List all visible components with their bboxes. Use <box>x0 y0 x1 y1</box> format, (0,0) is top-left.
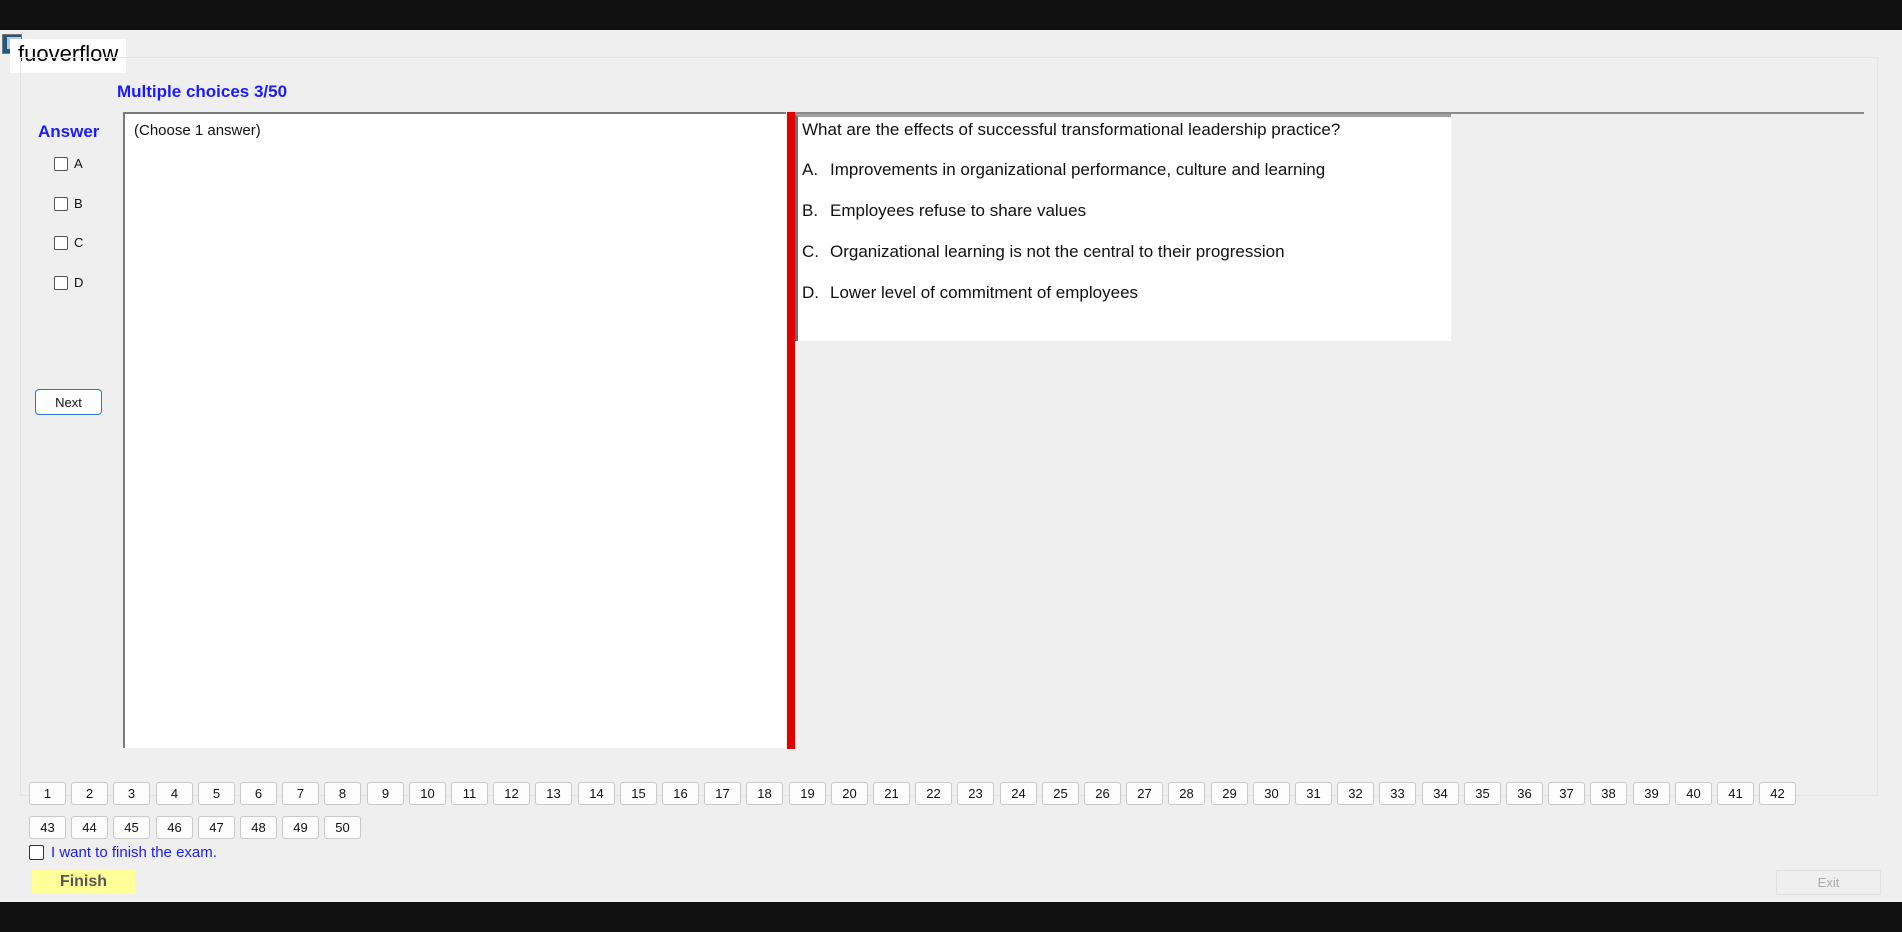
question-nav-button[interactable]: 13 <box>535 782 572 805</box>
question-box: What are the effects of successful trans… <box>795 114 1451 341</box>
exam-progress-heading: Multiple choices 3/50 <box>117 82 288 101</box>
question-nav-button[interactable]: 1 <box>29 782 66 805</box>
question-option-c: C. Organizational learning is not the cen… <box>802 242 1285 262</box>
answer-option-label: D <box>74 275 84 290</box>
question-nav-button[interactable]: 11 <box>451 782 488 805</box>
question-option-a: A. Improvements in organizational perform… <box>802 160 1325 180</box>
question-option-text: Organizational learning is not the centr… <box>830 242 1285 261</box>
question-nav-button[interactable]: 18 <box>746 782 783 805</box>
question-nav-button[interactable]: 15 <box>620 782 657 805</box>
question-nav-button[interactable]: 29 <box>1211 782 1248 805</box>
exit-button: Exit <box>1776 870 1881 895</box>
question-nav-button[interactable]: 41 <box>1717 782 1754 805</box>
answer-option-label: A <box>74 156 83 171</box>
question-option-letter: B. <box>802 201 819 220</box>
finish-exam-checkbox[interactable]: I want to finish the exam. <box>29 844 217 861</box>
question-nav-button[interactable]: 5 <box>198 782 235 805</box>
question-nav-button[interactable]: 6 <box>240 782 277 805</box>
question-option-text: Lower level of commitment of employees <box>830 283 1139 302</box>
checkbox-icon[interactable] <box>54 196 68 211</box>
checkbox-icon[interactable] <box>29 845 44 860</box>
question-option-b: B. Employees refuse to share values <box>802 201 1086 221</box>
answer-label: Answer <box>38 122 100 141</box>
question-nav-button[interactable]: 31 <box>1295 782 1332 805</box>
question-nav-button[interactable]: 43 <box>29 816 66 839</box>
question-nav-button[interactable]: 25 <box>1042 782 1079 805</box>
question-nav-button[interactable]: 14 <box>578 782 615 805</box>
question-nav-button[interactable]: 42 <box>1759 782 1796 805</box>
question-nav-button[interactable]: 33 <box>1379 782 1416 805</box>
question-nav-button[interactable]: 10 <box>409 782 446 805</box>
question-nav-button[interactable]: 22 <box>915 782 952 805</box>
checkbox-icon[interactable] <box>54 156 68 171</box>
question-nav-button[interactable]: 32 <box>1337 782 1374 805</box>
question-option-text: Employees refuse to share values <box>830 201 1087 220</box>
question-nav-button[interactable]: 45 <box>113 816 150 839</box>
question-nav-button[interactable]: 27 <box>1126 782 1163 805</box>
question-nav-button[interactable]: 9 <box>367 782 404 805</box>
question-nav-button[interactable]: 44 <box>71 816 108 839</box>
answer-option-c[interactable]: C <box>54 235 83 250</box>
question-option-text: Improvements in organizational performan… <box>830 160 1326 179</box>
answer-option-b[interactable]: B <box>54 196 83 211</box>
question-nav-button[interactable]: 17 <box>704 782 741 805</box>
question-nav-button[interactable]: 47 <box>198 816 235 839</box>
checkbox-icon[interactable] <box>54 235 68 250</box>
question-nav-button[interactable]: 46 <box>156 816 193 839</box>
question-nav-button[interactable]: 3 <box>113 782 150 805</box>
question-text: What are the effects of successful trans… <box>802 120 1341 139</box>
question-nav-button[interactable]: 50 <box>324 816 361 839</box>
question-pane: What are the effects of successful trans… <box>795 112 1864 747</box>
question-nav-button[interactable]: 12 <box>493 782 530 805</box>
finish-exam-label: I want to finish the exam. <box>51 844 217 861</box>
question-nav-button[interactable]: 48 <box>240 816 277 839</box>
question-nav-button[interactable]: 24 <box>1000 782 1037 805</box>
question-nav-button[interactable]: 4 <box>156 782 193 805</box>
answer-option-a[interactable]: A <box>54 156 83 171</box>
answer-pane: (Choose 1 answer) <box>123 112 786 748</box>
exam-window: fuoverflow Multiple choices 3/50 Answer … <box>0 30 1902 902</box>
question-nav-button[interactable]: 26 <box>1084 782 1121 805</box>
question-nav-button[interactable]: 37 <box>1548 782 1585 805</box>
question-nav-button[interactable]: 30 <box>1253 782 1290 805</box>
choose-hint: (Choose 1 answer) <box>134 122 261 139</box>
question-option-letter: A. <box>802 160 819 179</box>
answer-option-label: C <box>74 235 84 250</box>
question-nav-button[interactable]: 38 <box>1590 782 1627 805</box>
question-nav-button[interactable]: 2 <box>71 782 108 805</box>
question-nav-button[interactable]: 20 <box>831 782 868 805</box>
question-nav-button[interactable]: 16 <box>662 782 699 805</box>
question-option-letter: D. <box>802 283 819 302</box>
question-nav-button[interactable]: 19 <box>789 782 826 805</box>
checkbox-icon[interactable] <box>54 275 68 290</box>
question-nav-button[interactable]: 7 <box>282 782 319 805</box>
question-nav-button[interactable]: 35 <box>1464 782 1501 805</box>
finish-button[interactable]: Finish <box>32 870 135 894</box>
question-option-letter: C. <box>802 242 819 261</box>
question-nav-button[interactable]: 23 <box>957 782 994 805</box>
answer-option-label: B <box>74 196 83 211</box>
question-nav-button[interactable]: 28 <box>1168 782 1205 805</box>
question-option-d: D. Lower level of commitment of employees <box>802 283 1138 303</box>
question-nav-button[interactable]: 40 <box>1675 782 1712 805</box>
answer-option-d[interactable]: D <box>54 275 83 290</box>
question-nav-button[interactable]: 21 <box>873 782 910 805</box>
question-nav-button[interactable]: 36 <box>1506 782 1543 805</box>
question-nav-button[interactable]: 34 <box>1422 782 1459 805</box>
next-button[interactable]: Next <box>35 389 102 415</box>
question-nav-button[interactable]: 39 <box>1633 782 1670 805</box>
question-nav-button[interactable]: 8 <box>324 782 361 805</box>
question-nav-button[interactable]: 49 <box>282 816 319 839</box>
pane-splitter[interactable] <box>787 112 795 749</box>
